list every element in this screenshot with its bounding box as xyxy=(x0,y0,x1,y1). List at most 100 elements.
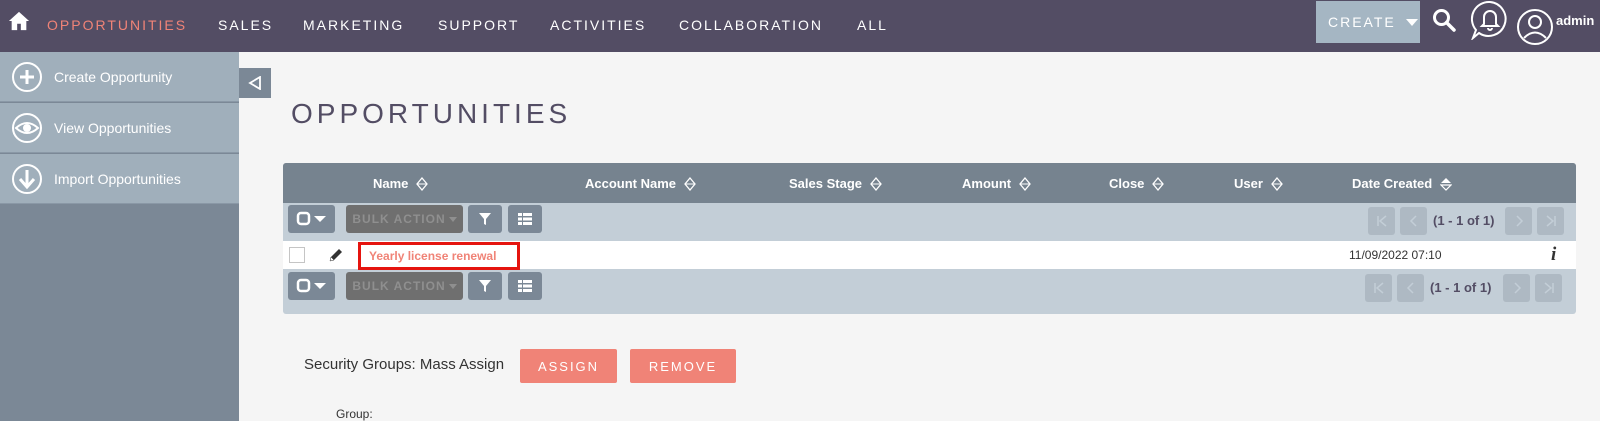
filter-button[interactable] xyxy=(468,205,502,233)
chevron-down-icon xyxy=(1405,18,1418,26)
sidebar: Create Opportunity View Opportunities Im… xyxy=(0,52,239,421)
sort-icon xyxy=(684,176,696,191)
column-header-label: User xyxy=(1234,176,1263,191)
column-chooser-button[interactable] xyxy=(508,205,542,233)
first-page-button[interactable] xyxy=(1368,207,1395,235)
list-toolbar-bottom: BULK ACTION (1 - 1 of 1) xyxy=(283,272,1576,312)
first-page-button[interactable] xyxy=(1365,274,1392,302)
sidebar-item-label: Create Opportunity xyxy=(54,68,173,85)
group-label: Group: xyxy=(336,407,373,421)
chevron-left-icon xyxy=(1406,282,1414,294)
create-button-label: CREATE xyxy=(1328,14,1396,30)
checkbox-dropdown-icon xyxy=(296,278,326,293)
last-page-button[interactable] xyxy=(1537,207,1564,235)
bulk-action-label: BULK ACTION xyxy=(352,212,446,226)
column-header-account-name[interactable]: Account Name xyxy=(585,176,696,191)
column-header-label: Amount xyxy=(962,176,1012,191)
sidebar-item-import-opportunities[interactable]: Import Opportunities xyxy=(0,154,239,204)
remove-button[interactable]: REMOVE xyxy=(630,349,736,383)
select-all-dropdown[interactable] xyxy=(288,205,335,233)
search-icon[interactable] xyxy=(1432,8,1456,32)
eye-icon xyxy=(12,112,42,143)
select-all-dropdown[interactable] xyxy=(288,272,335,300)
column-header-label: Account Name xyxy=(585,176,677,191)
user-avatar-icon[interactable] xyxy=(1516,8,1554,46)
bulk-action-label: BULK ACTION xyxy=(352,279,446,293)
list-columns-icon xyxy=(518,213,532,225)
bulk-action-button[interactable]: BULK ACTION xyxy=(346,205,463,233)
date-created-cell: 11/09/2022 07:10 xyxy=(1349,248,1442,262)
list-toolbar-top: BULK ACTION (1 - 1 of 1) xyxy=(283,205,1576,245)
chevron-down-icon xyxy=(448,216,457,222)
sort-descending-icon xyxy=(1440,177,1453,191)
row-checkbox[interactable] xyxy=(289,247,305,263)
plus-circle-icon xyxy=(12,61,42,92)
filter-button[interactable] xyxy=(468,272,502,300)
nav-item-opportunities[interactable]: OPPORTUNITIES xyxy=(47,17,187,33)
previous-page-button[interactable] xyxy=(1397,274,1424,302)
column-header-label: Sales Stage xyxy=(789,176,862,191)
last-page-button[interactable] xyxy=(1535,274,1562,302)
opportunity-name-link[interactable]: Yearly license renewal xyxy=(358,242,520,270)
triangle-left-icon xyxy=(248,76,261,90)
first-page-icon xyxy=(1376,215,1386,227)
notification-bell-icon[interactable] xyxy=(1470,0,1510,40)
checkbox-dropdown-icon xyxy=(296,211,326,226)
pencil-edit-icon[interactable] xyxy=(328,247,344,263)
chevron-right-icon xyxy=(1513,282,1521,294)
last-page-icon xyxy=(1546,215,1556,227)
column-header-name[interactable]: Name xyxy=(373,176,429,191)
previous-page-button[interactable] xyxy=(1400,207,1427,235)
column-header-label: Date Created xyxy=(1352,176,1433,191)
pagination-count: (1 - 1 of 1) xyxy=(1430,280,1492,295)
assign-button[interactable]: ASSIGN xyxy=(520,349,617,383)
next-page-button[interactable] xyxy=(1505,207,1532,235)
column-header-close[interactable]: Close xyxy=(1109,176,1165,191)
next-page-button[interactable] xyxy=(1503,274,1530,302)
nav-item-collaboration[interactable]: COLLABORATION xyxy=(679,17,823,33)
sidebar-item-create-opportunity[interactable]: Create Opportunity xyxy=(0,52,239,102)
list-view: Name Account Name Sales Stage Amount Clo… xyxy=(283,163,1576,314)
chevron-left-icon xyxy=(1409,215,1417,227)
nav-item-all[interactable]: ALL xyxy=(857,17,888,33)
column-header-label: Name xyxy=(373,176,409,191)
nav-item-activities[interactable]: ACTIVITIES xyxy=(550,17,646,33)
page-title: OPPORTUNITIES xyxy=(291,98,572,129)
sidebar-item-label: View Opportunities xyxy=(54,119,172,136)
chevron-down-icon xyxy=(448,283,457,289)
top-navigation-bar: OPPORTUNITIES SALES MARKETING SUPPORT AC… xyxy=(0,0,1600,52)
column-header-user[interactable]: User xyxy=(1234,176,1283,191)
security-groups-label: Security Groups: Mass Assign xyxy=(304,356,505,373)
sort-icon xyxy=(1019,176,1031,191)
user-menu-label[interactable]: admin xyxy=(1556,13,1594,28)
nav-item-marketing[interactable]: MARKETING xyxy=(303,17,404,33)
filter-icon xyxy=(479,280,491,292)
column-header-label: Close xyxy=(1109,176,1145,191)
chevron-right-icon xyxy=(1515,215,1523,227)
list-columns-icon xyxy=(518,280,532,292)
bulk-action-button[interactable]: BULK ACTION xyxy=(346,272,463,300)
table-row: Yearly license renewal 11/09/2022 07:10 … xyxy=(283,241,1576,270)
sort-icon xyxy=(416,176,429,191)
column-header-date-created[interactable]: Date Created xyxy=(1352,176,1453,191)
column-header-amount[interactable]: Amount xyxy=(962,176,1031,191)
info-icon[interactable]: i xyxy=(1551,244,1556,266)
column-header-sales-stage[interactable]: Sales Stage xyxy=(789,176,882,191)
sidebar-collapse-button[interactable] xyxy=(239,68,271,98)
home-icon[interactable] xyxy=(8,10,30,32)
pagination-count: (1 - 1 of 1) xyxy=(1433,213,1495,228)
download-arrow-icon xyxy=(12,163,42,194)
sidebar-item-view-opportunities[interactable]: View Opportunities xyxy=(0,103,239,153)
filter-icon xyxy=(479,213,491,225)
last-page-icon xyxy=(1544,282,1554,294)
sort-icon xyxy=(870,176,882,191)
sidebar-item-label: Import Opportunities xyxy=(54,170,181,187)
nav-item-sales[interactable]: SALES xyxy=(218,17,273,33)
table-header: Name Account Name Sales Stage Amount Clo… xyxy=(283,163,1576,203)
sort-icon xyxy=(1271,176,1283,191)
create-button[interactable]: CREATE xyxy=(1316,1,1420,43)
column-chooser-button[interactable] xyxy=(508,272,542,300)
sort-icon xyxy=(1152,176,1165,191)
first-page-icon xyxy=(1373,282,1383,294)
nav-item-support[interactable]: SUPPORT xyxy=(438,17,519,33)
